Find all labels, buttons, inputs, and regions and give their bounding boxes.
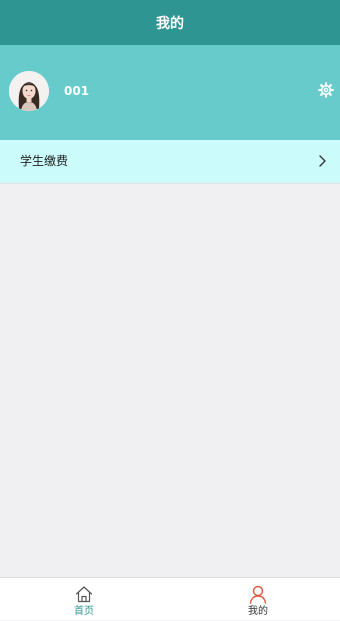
home-icon [75,586,93,603]
avatar-image [9,71,49,111]
gear-icon[interactable] [318,82,334,98]
tab-mine[interactable]: 我的 [218,578,298,621]
bottom-tab-bar: 首页 我的 [0,577,340,620]
tab-home[interactable]: 首页 [44,578,124,621]
page-header: 我的 [0,0,340,45]
menu-item-student-payment[interactable]: 学生缴费 [0,140,340,184]
page-title: 我的 [156,15,184,32]
avatar[interactable] [9,71,49,111]
menu-item-label: 学生缴费 [20,154,69,168]
tab-home-label: 首页 [74,606,94,617]
username: 001 [64,84,90,98]
chevron-right-icon [319,155,326,167]
user-icon [249,585,267,604]
tab-mine-label: 我的 [248,606,268,617]
profile-card: 001 [0,45,340,140]
